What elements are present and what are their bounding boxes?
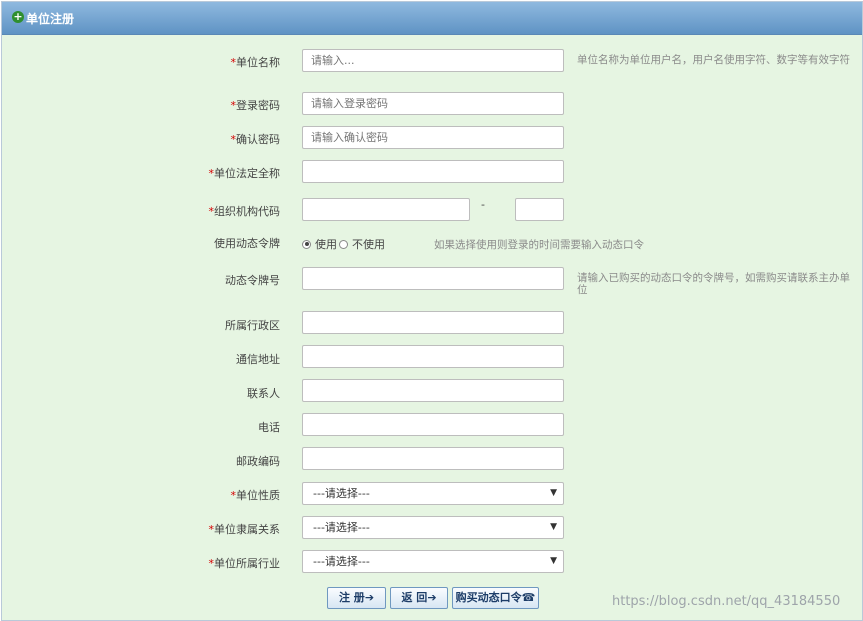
postcode-label: 邮政编码 [236,455,280,468]
buy-token-button[interactable]: 购买动态口令☎ [452,587,539,609]
industry-select[interactable]: ---请选择--- ▼ [302,550,564,573]
contact-input[interactable] [302,379,564,402]
login-password-input[interactable] [302,92,564,115]
token-number-input[interactable] [302,267,564,290]
address-label: 通信地址 [236,353,280,366]
radio-no-token[interactable]: 不使用 [339,236,385,252]
phone-input[interactable] [302,413,564,436]
dropdown-arrow-icon: ▼ [550,488,557,498]
radio-use-token[interactable]: 使用 [302,236,337,252]
org-code-input[interactable] [302,198,470,221]
postcode-input[interactable] [302,447,564,470]
radio-selected-icon [302,239,311,249]
watermark: https://blog.csdn.net/qq_43184550 [612,594,841,609]
dropdown-arrow-icon: ▼ [550,522,557,532]
unit-nature-label: *单位性质 [230,489,281,502]
industry-label: *单位所属行业 [208,557,281,570]
org-code-suffix-input[interactable] [515,198,564,221]
dynamic-token-label: 使用动态令牌 [214,237,280,250]
back-button[interactable]: 返 回➔ [390,587,448,609]
arrow-right-icon: ➔ [364,591,375,604]
dropdown-arrow-icon: ▼ [550,556,557,566]
arrow-right-icon: ➔ [427,591,437,604]
contact-label: 联系人 [247,387,280,400]
unit-name-input[interactable] [302,49,564,72]
affiliation-select[interactable]: ---请选择--- ▼ [302,516,564,539]
legal-name-label: *单位法定全称 [208,167,281,180]
unit-nature-select[interactable]: ---请选择--- ▼ [302,482,564,505]
register-panel: + 单位注册 *单位名称 单位名称为单位用户名，用户名使用字符、数字等有效字符 … [1,1,863,621]
dynamic-token-hint: 如果选择使用则登录的时间需要输入动态口令 [434,239,644,251]
plus-circle-icon: + [12,10,24,23]
org-code-label: *组织机构代码 [208,205,281,218]
page-title: 单位注册 [26,12,75,26]
login-password-label: *登录密码 [230,99,281,112]
panel-header: + 单位注册 [2,2,862,35]
admin-region-input[interactable] [302,311,564,334]
unit-name-label: *单位名称 [230,56,281,69]
token-number-hint: 请输入已购买的动态口令的令牌号，如需购买请联系主办单位 [577,272,850,296]
register-button[interactable]: 注 册➔ [327,587,386,609]
token-number-label: 动态令牌号 [225,274,280,287]
unit-name-hint: 单位名称为单位用户名，用户名使用字符、数字等有效字符 [577,54,850,66]
legal-name-input[interactable] [302,160,564,183]
admin-region-label: 所属行政区 [225,319,280,332]
phone-label: 电话 [258,421,280,434]
phone-icon: ☎ [521,591,536,604]
confirm-password-label: *确认密码 [230,133,281,146]
address-input[interactable] [302,345,564,368]
radio-unselected-icon [339,239,348,249]
org-code-separator: - [481,198,485,211]
confirm-password-input[interactable] [302,126,564,149]
affiliation-label: *单位隶属关系 [208,523,281,536]
